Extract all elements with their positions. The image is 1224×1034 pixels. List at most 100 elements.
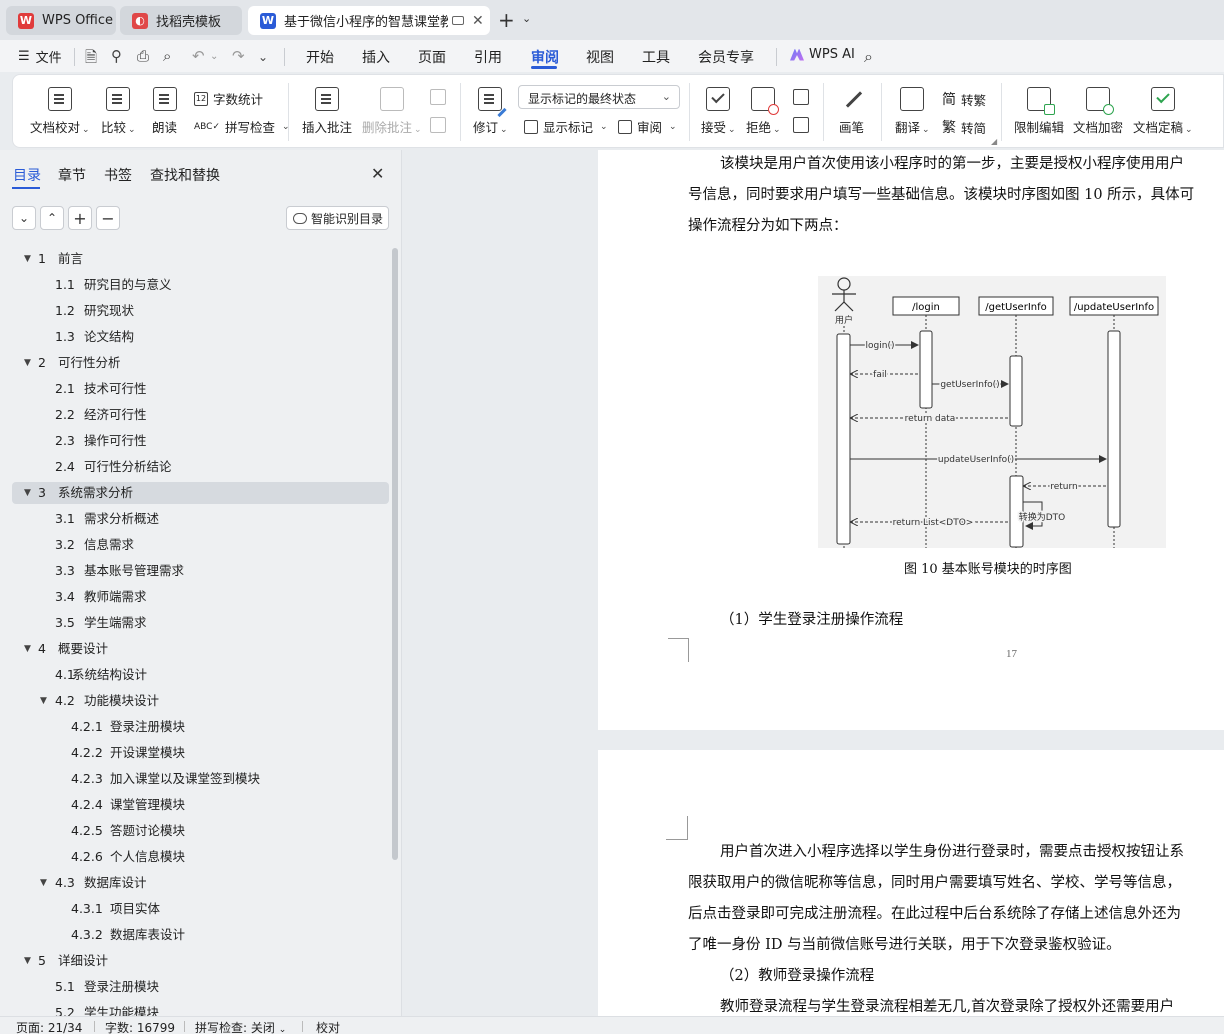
compare-button[interactable]: 比较 ⌄ <box>101 87 136 136</box>
wps-ai-button[interactable]: WPS AI <box>790 47 855 62</box>
close-icon[interactable]: ✕ <box>371 164 384 183</box>
menu-insert[interactable]: 插入 <box>362 47 390 67</box>
tab-template[interactable]: ◐ 找稻壳模板 <box>120 6 242 35</box>
finalize-button[interactable]: 文档定稿 ⌄ <box>1133 87 1193 136</box>
toc-item[interactable]: 2.1 技术可行性 <box>0 378 390 400</box>
encrypt-button[interactable]: 文档加密 <box>1073 87 1123 136</box>
insert-comment-button[interactable]: 插入批注 <box>302 87 352 136</box>
toc-item[interactable]: 2.2 经济可行性 <box>0 404 390 426</box>
toc-item[interactable]: ▼ 4 概要设计 <box>0 638 390 660</box>
file-menu[interactable]: ☰ 文件 <box>18 47 62 66</box>
prev-comment-icon[interactable] <box>430 89 446 105</box>
next-change-icon[interactable] <box>793 117 809 133</box>
toc-item[interactable]: 2.3 操作可行性 <box>0 430 390 452</box>
toc-item[interactable]: 3.3 基本账号管理需求 <box>0 560 390 582</box>
print-icon[interactable]: ⎙ <box>137 47 149 65</box>
toc-item[interactable]: 4.3.1 项目实体 <box>0 898 390 920</box>
page-indicator[interactable]: 页面: 21/34 <box>16 1019 82 1034</box>
toc-item[interactable]: 1.3 论文结构 <box>0 326 390 348</box>
menu-tools[interactable]: 工具 <box>642 47 670 67</box>
to-traditional-button[interactable]: 简 转繁 <box>942 89 986 109</box>
add-heading-button[interactable]: + <box>68 206 92 230</box>
menu-start[interactable]: 开始 <box>306 47 334 67</box>
menu-member[interactable]: 会员专享 <box>698 47 754 67</box>
toc-item[interactable]: ▼ 4.2 功能模块设计 <box>0 690 390 712</box>
menu-view[interactable]: 视图 <box>586 47 614 67</box>
share-icon[interactable]: ⚲ <box>111 47 122 65</box>
word-count-indicator[interactable]: 字数: 16799 <box>105 1019 175 1034</box>
restrict-edit-button[interactable]: 限制编辑 <box>1014 87 1064 136</box>
toc-item[interactable]: ▼ 1 前言 <box>0 248 390 270</box>
toc-item[interactable]: 1.1 研究目的与意义 <box>0 274 390 296</box>
redo-icon[interactable]: ↷ <box>232 47 245 65</box>
expand-triangle-icon[interactable]: ▼ <box>24 950 31 972</box>
toc-item[interactable]: 4.2.6 个人信息模块 <box>0 846 390 868</box>
smart-toc-button[interactable]: 智能识别目录 <box>286 206 389 230</box>
tab-wps-office[interactable]: W WPS Office <box>6 6 116 35</box>
tab-bookmarks[interactable]: 书签 <box>104 165 132 185</box>
toc-item[interactable]: 3.2 信息需求 <box>0 534 390 556</box>
more-icon[interactable]: ⌄ <box>258 50 268 64</box>
tab-sections[interactable]: 章节 <box>58 165 86 185</box>
markup-mode-select[interactable]: 显示标记的最终状态 ⌄ <box>518 85 680 109</box>
expand-corner-icon[interactable]: ◢ <box>991 137 997 146</box>
toc-item[interactable]: 4.2.4 课堂管理模块 <box>0 794 390 816</box>
expand-triangle-icon[interactable]: ▼ <box>40 872 47 894</box>
translate-button[interactable]: 翻译 ⌄ <box>895 87 930 136</box>
toc-item[interactable]: ▼ 3 系统需求分析 <box>12 482 389 504</box>
scrollbar[interactable] <box>392 248 398 860</box>
save-icon[interactable]: 🗎 <box>85 47 97 72</box>
expand-triangle-icon[interactable]: ▼ <box>24 352 31 374</box>
monitor-icon[interactable] <box>452 16 464 25</box>
expand-triangle-icon[interactable]: ▼ <box>24 482 31 504</box>
toc-item[interactable]: 2.4 可行性分析结论 <box>0 456 390 478</box>
print-preview-icon[interactable]: ⌕ <box>163 47 171 65</box>
expand-triangle-icon[interactable]: ▼ <box>40 690 47 712</box>
toc-item[interactable]: 4.2.2 开设课堂模块 <box>0 742 390 764</box>
show-markup-button[interactable]: 显示标记 ⌄ <box>524 117 608 136</box>
word-count-button[interactable]: 12 字数统计 <box>194 89 263 108</box>
chevron-down-icon[interactable]: ⌄ <box>210 51 218 62</box>
read-aloud-button[interactable]: 朗读 <box>152 87 177 136</box>
search-icon[interactable]: ⌕ <box>864 47 873 67</box>
toc-item[interactable]: 4.2.5 答题讨论模块 <box>0 820 390 842</box>
toc-item[interactable]: 4.2.3 加入课堂以及课堂签到模块 <box>0 768 390 790</box>
toc-item[interactable]: 4.2.1 登录注册模块 <box>0 716 390 738</box>
reject-button[interactable]: 拒绝 ⌄ <box>746 87 781 136</box>
toc-item[interactable]: 4.3.2 数据库表设计 <box>0 924 390 946</box>
collapse-down-button[interactable]: ⌄ <box>12 206 36 230</box>
collapse-up-button[interactable]: ⌃ <box>40 206 64 230</box>
toc-item[interactable]: 5.1 登录注册模块 <box>0 976 390 998</box>
tab-document[interactable]: W 基于微信小程序的智慧课堂教 ✕ <box>248 6 490 35</box>
toc-item[interactable]: ▼ 2 可行性分析 <box>0 352 390 374</box>
spell-check-button[interactable]: ABC✓ 拼写检查 ⌄ <box>194 117 290 136</box>
next-comment-icon[interactable] <box>430 117 446 133</box>
toc-item[interactable]: ▼ 5 详细设计 <box>0 950 390 972</box>
menu-reference[interactable]: 引用 <box>474 47 502 67</box>
chevron-down-icon[interactable]: ⌄ <box>522 12 531 25</box>
new-tab-icon[interactable]: + <box>498 8 515 32</box>
menu-page[interactable]: 页面 <box>418 47 446 67</box>
remove-heading-button[interactable]: − <box>96 206 120 230</box>
delete-comment-button[interactable]: 删除批注 ⌄ <box>362 87 422 136</box>
tab-toc[interactable]: 目录 <box>13 165 41 185</box>
toc-item[interactable]: 1.2 研究现状 <box>0 300 390 322</box>
tab-find-replace[interactable]: 查找和替换 <box>150 165 220 185</box>
to-simplified-button[interactable]: 繁 转简 <box>942 117 986 137</box>
toc-item[interactable]: 3.1 需求分析概述 <box>0 508 390 530</box>
toc-item[interactable]: 3.5 学生端需求 <box>0 612 390 634</box>
menu-review[interactable]: 审阅 <box>531 47 559 67</box>
toc-item[interactable]: 3.4 教师端需求 <box>0 586 390 608</box>
pen-button[interactable]: 画笔 <box>839 87 864 136</box>
close-icon[interactable]: ✕ <box>472 13 484 29</box>
expand-triangle-icon[interactable]: ▼ <box>24 248 31 270</box>
toc-item[interactable]: 4.1 系统结构设计 <box>0 664 390 686</box>
undo-icon[interactable]: ↶ <box>192 47 205 65</box>
spell-check-status[interactable]: 拼写检查: 关闭 ⌄ <box>195 1019 286 1034</box>
accept-button[interactable]: 接受 ⌄ <box>701 87 736 136</box>
prev-change-icon[interactable] <box>793 89 809 105</box>
review-pane-button[interactable]: 审阅 ⌄ <box>618 117 677 136</box>
proofread-status[interactable]: 校对 <box>316 1019 340 1034</box>
doc-check-button[interactable]: 文档校对 ⌄ <box>30 87 90 136</box>
revise-button[interactable]: 修订 ⌄ <box>473 87 508 136</box>
